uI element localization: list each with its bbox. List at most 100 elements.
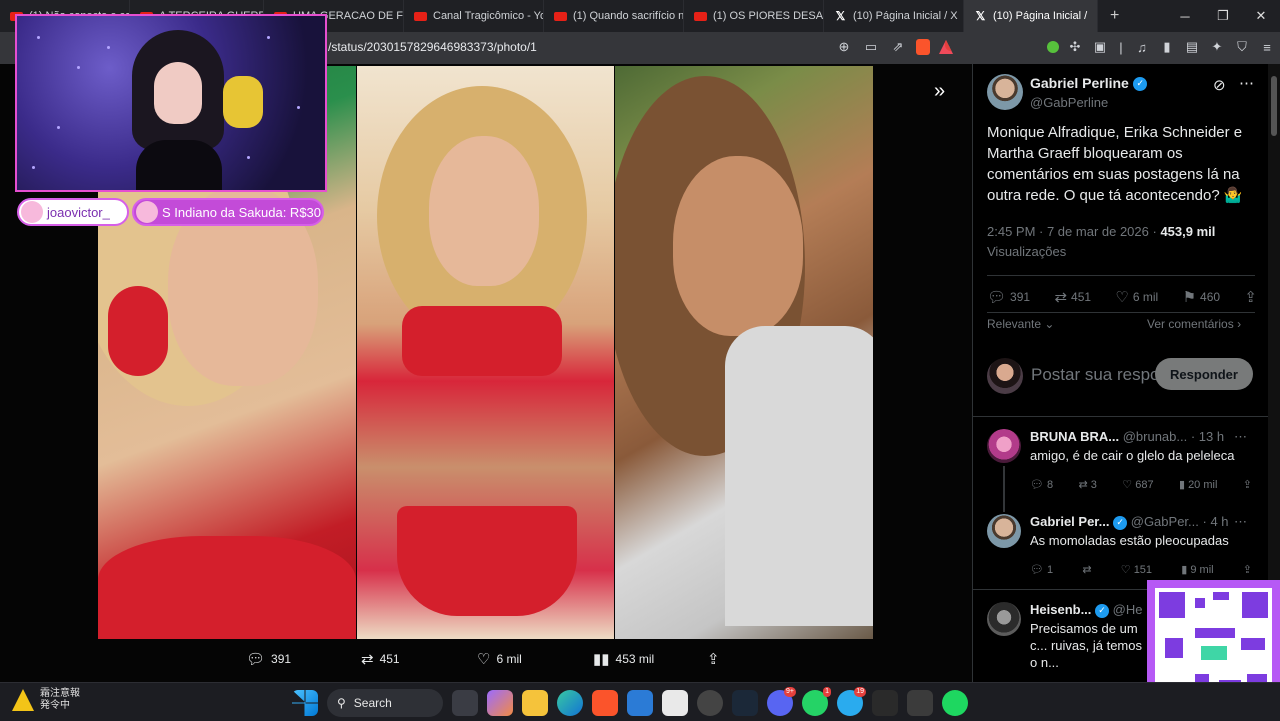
chart-icon: ▮ <box>1181 564 1188 576</box>
share-button[interactable]: ⇪ <box>1243 478 1252 491</box>
scrollbar-thumb[interactable] <box>1271 76 1277 136</box>
author-name[interactable]: Gabriel Perline <box>1030 75 1129 91</box>
ai-sparkle-icon[interactable]: ✦ <box>1208 38 1226 56</box>
photo-panel-2[interactable] <box>357 66 614 639</box>
file-explorer-icon[interactable] <box>522 690 548 716</box>
brave-rewards-icon[interactable]: 1 <box>939 40 953 54</box>
viewer-repost-button[interactable]: ⇄ 451 <box>361 650 400 668</box>
share-icon: ⇪ <box>1242 479 1252 491</box>
viewer-share-button[interactable]: ⇪ <box>707 650 720 668</box>
bookmark-button[interactable]: ⚑ 460 <box>1183 286 1220 308</box>
grok-icon[interactable]: ⊘ <box>1213 76 1226 94</box>
weather-widget[interactable]: 2 霜注意報 発令中 <box>12 688 80 712</box>
like-button[interactable]: ♡ 687 <box>1122 478 1153 491</box>
brave-shields-icon[interactable] <box>916 39 930 55</box>
vpn-shield-icon[interactable]: ⛉ <box>1233 38 1251 56</box>
share-icon[interactable]: ⇗ <box>889 38 907 56</box>
tweet-time[interactable]: 2:45 PM · 7 de mar de 2026 · <box>987 224 1160 239</box>
reply-button[interactable]: 💬︎ 1 <box>1030 563 1053 576</box>
whatsapp-icon[interactable]: 1 <box>802 687 831 716</box>
share-button[interactable]: ⇪ <box>1243 563 1252 576</box>
app-icon[interactable] <box>662 690 688 716</box>
url-text[interactable]: /status/2030157829646983373/photo/1 <box>328 40 537 54</box>
reply-icon: 💬︎ <box>1030 564 1044 576</box>
avatar[interactable] <box>987 514 1021 548</box>
views-button[interactable]: ▮ 20 mil <box>1179 478 1217 491</box>
status-dot-icon[interactable] <box>1047 41 1059 53</box>
tweet-meta: 2:45 PM · 7 de mar de 2026 · 453,9 mil V… <box>987 222 1257 262</box>
avatar[interactable] <box>987 429 1021 463</box>
obs-icon[interactable] <box>697 690 723 716</box>
chevrons-right-icon[interactable]: » <box>934 80 945 103</box>
avatar[interactable] <box>987 74 1023 110</box>
repost-button[interactable]: ⇄ 451 <box>1054 286 1091 308</box>
reply-button[interactable]: 💬︎ 8 <box>1030 478 1053 491</box>
reply-item[interactable]: BRUNA BRA... @brunab... · 13 h ⋯ amigo, … <box>987 429 1267 509</box>
taskbar-icons: ⚲ Search 9+ 1 19 <box>292 687 968 717</box>
new-tab-button[interactable]: + <box>1110 7 1119 25</box>
viewer-reply-button[interactable]: 💬︎ 391 <box>246 650 291 668</box>
settings-icon[interactable] <box>907 690 933 716</box>
store-icon[interactable] <box>627 690 653 716</box>
reply-header: BRUNA BRA... @brunab... · 13 h <box>1030 429 1225 444</box>
zoom-icon[interactable]: ⊕ <box>835 38 853 56</box>
tab-7[interactable]: 𝕏 (10) Página Inicial / X <box>824 0 964 32</box>
extension-icons: ✣ ▣ | ♫ ▮ ▤ ✦ ⛉ ≡ <box>1047 38 1276 56</box>
viewer-like-button[interactable]: ♡ 6 mil <box>477 650 522 668</box>
share-icon: ⇪ <box>707 651 720 668</box>
screenshot-icon[interactable]: ▣ <box>1091 38 1109 56</box>
sort-dropdown[interactable]: Relevante ⌄ <box>987 317 1054 331</box>
more-icon[interactable]: ⋯ <box>1239 74 1254 92</box>
discord-icon[interactable]: 9+ <box>767 687 796 716</box>
telegram-icon[interactable]: 19 <box>837 687 866 716</box>
photo-panel-3[interactable] <box>615 66 873 639</box>
music-icon[interactable]: ♫ <box>1133 38 1151 56</box>
maximize-icon[interactable]: ❐ <box>1204 0 1242 32</box>
share-icon: ⇪ <box>1244 289 1257 306</box>
youtube-icon <box>694 11 707 21</box>
minimize-icon[interactable]: ─ <box>1166 0 1204 32</box>
see-comments-link[interactable]: Ver comentários › <box>1147 317 1241 331</box>
repost-button[interactable]: ⇄ 3 <box>1079 478 1097 491</box>
verified-icon: ✓ <box>1133 76 1148 91</box>
like-button[interactable]: ♡ 6 mil <box>1115 286 1158 308</box>
close-window-icon[interactable]: ✕ <box>1242 0 1280 32</box>
more-icon[interactable]: ⋯ <box>1234 429 1247 445</box>
repost-icon: ⇄ <box>1054 289 1068 306</box>
tweet-stats: 💬︎ 391 ⇄ 451 ♡ 6 mil ⚑ 460 ⇪ <box>987 286 1257 308</box>
tab-4[interactable]: Canal Tragicômico - Yo <box>404 0 544 32</box>
sidebar-icon[interactable]: ▮ <box>1158 38 1176 56</box>
puzzle-icon[interactable]: ✣ <box>1066 38 1084 56</box>
share-button[interactable]: ⇪ <box>1244 286 1257 308</box>
viewer-views-button[interactable]: ▮▮ 453 mil <box>593 650 654 668</box>
menu-icon[interactable]: ≡ <box>1258 38 1276 56</box>
brave-icon[interactable] <box>592 690 618 716</box>
reply-icon: 💬︎ <box>246 651 266 668</box>
copilot-icon[interactable] <box>487 690 513 716</box>
avatar[interactable] <box>987 602 1021 636</box>
taskbar-search[interactable]: ⚲ Search <box>327 689 443 717</box>
start-icon[interactable] <box>292 690 318 716</box>
repost-icon: ⇄ <box>361 651 374 668</box>
task-view-icon[interactable] <box>452 690 478 716</box>
edge-icon[interactable] <box>557 690 583 716</box>
verified-icon: ✓ <box>1113 515 1128 530</box>
wallet-icon[interactable]: ▤ <box>1183 38 1201 56</box>
tab-5[interactable]: (1) Quando sacrifício n <box>544 0 684 32</box>
search-icon: ⚲ <box>337 696 346 710</box>
like-button[interactable]: ♡ 151 <box>1121 563 1152 576</box>
reply-submit-button[interactable]: Responder <box>1155 358 1253 390</box>
reply-button[interactable]: 💬︎ 391 <box>987 286 1030 308</box>
epic-games-icon[interactable] <box>872 690 898 716</box>
steam-icon[interactable] <box>732 690 758 716</box>
cast-icon[interactable]: ▭ <box>862 38 880 56</box>
author-handle[interactable]: @GabPerline <box>1030 95 1147 110</box>
repost-button[interactable]: ⇄ <box>1082 563 1091 576</box>
spotify-icon[interactable] <box>942 690 968 716</box>
tab-6[interactable]: (1) OS PIORES DESASTI <box>684 0 824 32</box>
views-button[interactable]: ▮ 9 mil <box>1181 563 1213 576</box>
more-icon[interactable]: ⋯ <box>1234 514 1247 530</box>
share-icon: ⇪ <box>1242 564 1252 576</box>
cupcake-icon <box>21 201 43 223</box>
tab-8-active[interactable]: 𝕏(10) Página Inicial /✕ <box>964 0 1098 32</box>
